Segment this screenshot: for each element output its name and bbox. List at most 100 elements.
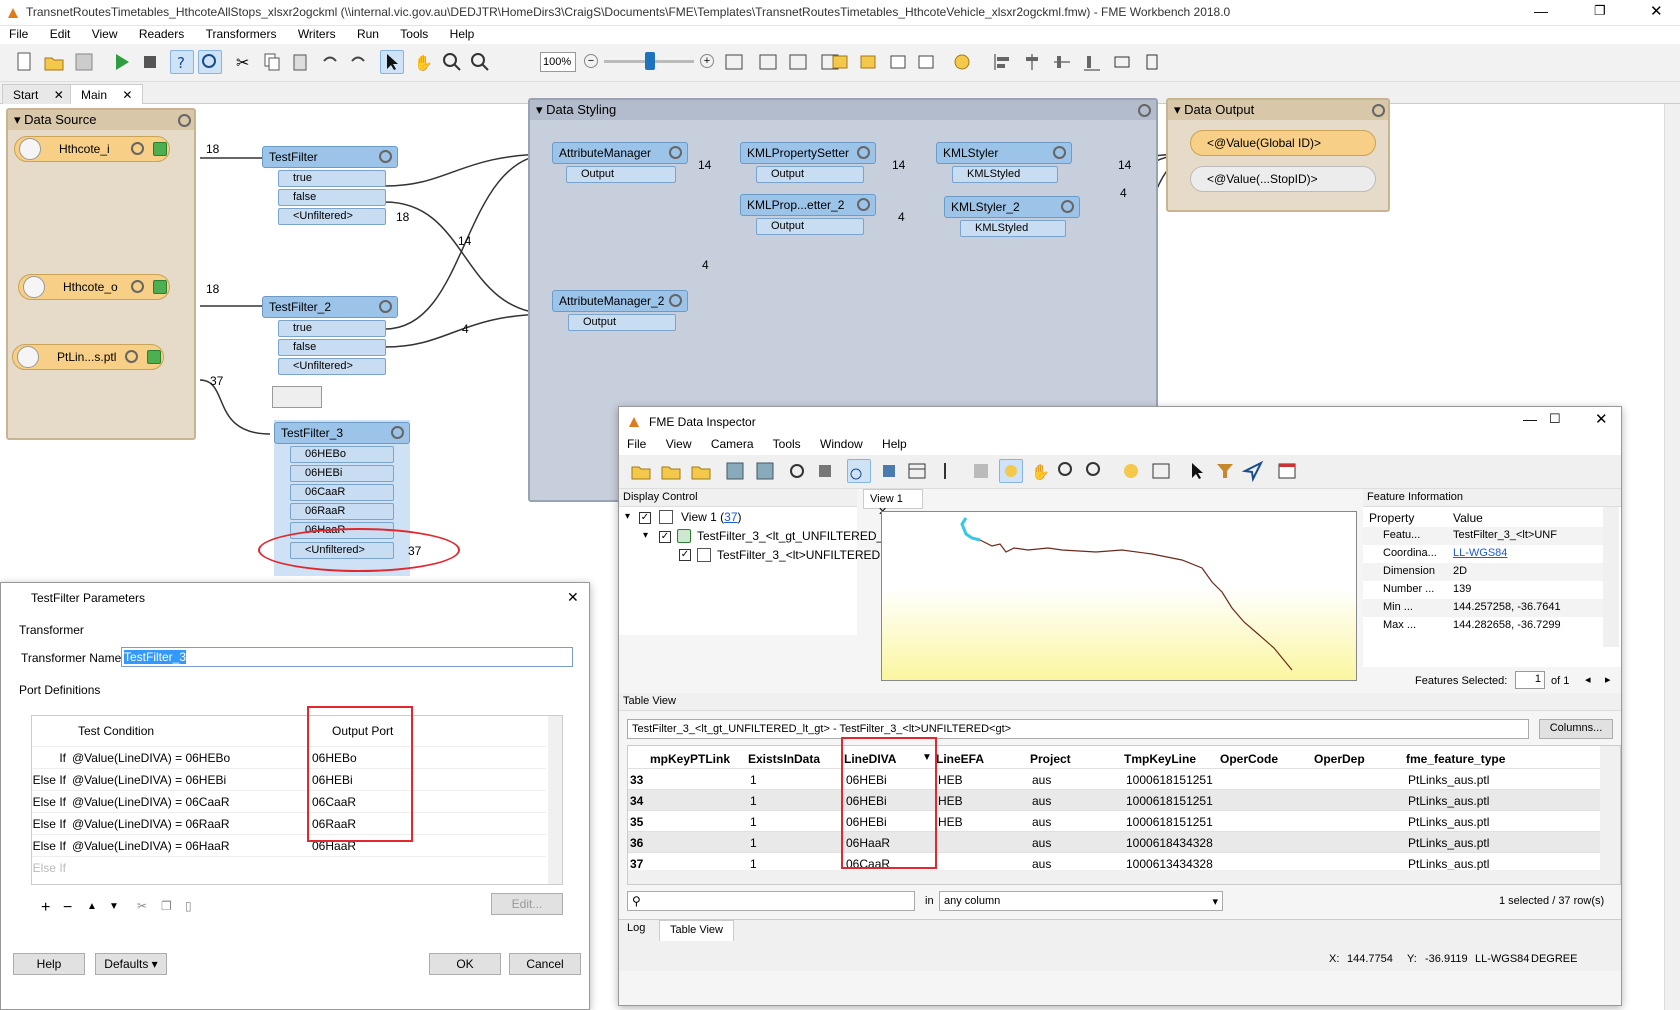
search-column-select[interactable]: any column ▾ xyxy=(939,891,1223,911)
param-row[interactable]: Else If @Value(LineDIVA) = 06RaaR 06RaaR xyxy=(32,812,546,834)
transformer-attributemanager-2[interactable]: AttributeManager_2 xyxy=(552,290,688,312)
port-false[interactable]: false xyxy=(278,339,386,356)
align-left-icon[interactable] xyxy=(990,50,1014,74)
cut-icon[interactable]: ✂ xyxy=(137,899,147,913)
port-output[interactable]: Output xyxy=(756,218,864,235)
row-condition[interactable]: @Value(LineDIVA) = 06CaaR xyxy=(72,795,229,809)
gear-icon[interactable] xyxy=(131,142,144,155)
minimize-icon[interactable]: — xyxy=(1534,3,1548,19)
move-down-icon[interactable]: ▼ xyxy=(109,901,119,912)
features-selected-field[interactable]: 1 xyxy=(1515,671,1545,689)
tab-table-view[interactable]: Table View xyxy=(659,920,734,942)
stop-icon[interactable] xyxy=(813,459,837,483)
copy-icon[interactable]: ❐ xyxy=(161,899,172,913)
menu-file[interactable]: File xyxy=(0,26,37,42)
row-condition[interactable]: @Value(LineDIVA) = 06HEBo xyxy=(72,751,230,765)
help-button[interactable]: Help xyxy=(13,953,85,975)
row-number[interactable]: 37 xyxy=(630,857,643,871)
copy-icon[interactable] xyxy=(260,50,284,74)
table-cell[interactable]: aus xyxy=(1032,815,1051,829)
transformer-testfilter[interactable]: TestFilter xyxy=(262,146,398,168)
tree-view-root[interactable]: View 1 (37) xyxy=(681,510,742,524)
close-icon[interactable]: ✕ xyxy=(1595,410,1608,428)
transformer-kmlstyler-2[interactable]: KMLStyler_2 xyxy=(944,196,1080,218)
gear-icon[interactable] xyxy=(131,280,144,293)
menu-help[interactable]: Help xyxy=(882,437,907,451)
transformer-testfilter-2[interactable]: TestFilter_2 xyxy=(262,296,398,318)
add-bookmark-icon[interactable] xyxy=(914,50,938,74)
port-06hebi[interactable]: 06HEBi xyxy=(290,465,394,482)
table-row[interactable]: 36 1 06HaaR aus 1000618434328 PtLinks_aus.ptl xyxy=(628,831,1600,852)
defaults-button[interactable]: Defaults ▾ xyxy=(95,953,167,975)
connector-buttons[interactable] xyxy=(272,386,322,408)
menu-view[interactable]: View xyxy=(83,26,127,42)
3d-view-icon[interactable] xyxy=(877,459,901,483)
menu-tools[interactable]: Tools xyxy=(391,26,437,42)
align-middle-icon[interactable] xyxy=(1050,50,1074,74)
zoom-out-icon[interactable] xyxy=(1083,459,1107,483)
zoom-slider-handle[interactable] xyxy=(645,52,655,70)
save-icon[interactable] xyxy=(72,50,96,74)
select-pointer-icon[interactable] xyxy=(380,50,404,74)
zoom-minus-icon[interactable]: − xyxy=(584,54,598,68)
transformer-kmlpropertysetter[interactable]: KMLPropertySetter xyxy=(740,142,876,164)
zoom-selection-icon[interactable] xyxy=(786,50,810,74)
column-header[interactable]: mpKeyPTLink xyxy=(650,752,730,766)
move-up-icon[interactable]: ▲ xyxy=(87,901,97,912)
table-cell[interactable]: HEB xyxy=(938,773,963,787)
transformer-name-field[interactable]: TestFilter_3 xyxy=(121,647,573,667)
gear-icon[interactable] xyxy=(857,146,870,159)
add-feature-type-icon[interactable] xyxy=(886,50,910,74)
close-icon[interactable]: ✕ xyxy=(1650,2,1663,20)
prompt-run-icon[interactable]: ? xyxy=(170,50,194,74)
menu-edit[interactable]: Edit xyxy=(41,26,80,42)
table-horizontal-scrollbar[interactable] xyxy=(628,870,1620,884)
zoom-in-icon[interactable] xyxy=(440,50,464,74)
information-icon[interactable] xyxy=(1119,459,1143,483)
param-row[interactable]: If @Value(LineDIVA) = 06HEBo 06HEBo xyxy=(32,746,546,768)
table-cell[interactable]: aus xyxy=(1032,794,1051,808)
feature-type-checkbox[interactable]: ✓ xyxy=(679,549,691,561)
stop-icon[interactable] xyxy=(138,50,162,74)
writer-global-id[interactable]: <@Value(Global ID)> xyxy=(1190,130,1376,156)
menu-file[interactable]: File xyxy=(627,437,646,451)
menu-transformers[interactable]: Transformers xyxy=(197,26,286,42)
2d-view-icon[interactable] xyxy=(847,459,871,483)
feature-info-row[interactable]: Coordina... LL-WGS84 xyxy=(1363,545,1603,563)
filter-icon[interactable] xyxy=(1213,459,1237,483)
column-header[interactable]: fme_feature_type xyxy=(1406,752,1505,766)
param-row[interactable]: Else If @Value(LineDIVA) = 06HEBi 06HEBi xyxy=(32,768,546,790)
zoom-plus-icon[interactable]: + xyxy=(700,54,714,68)
gear-icon[interactable] xyxy=(857,198,870,211)
tab-log[interactable]: Log xyxy=(627,922,645,934)
column-header[interactable]: LineEFA xyxy=(936,752,984,766)
table-cell[interactable]: 1000618151251 xyxy=(1126,794,1213,808)
row-number[interactable]: 35 xyxy=(630,815,643,829)
feature-info-row[interactable]: Min ... 144.257258, -36.7641 xyxy=(1363,599,1603,617)
close-icon[interactable]: ✕ xyxy=(567,589,579,606)
feature-info-scrollbar[interactable] xyxy=(1603,507,1619,647)
transformer-kmlpropertysetter-2[interactable]: KMLProp...etter_2 xyxy=(740,194,876,216)
ok-button[interactable]: OK xyxy=(429,953,501,975)
minimize-icon[interactable]: — xyxy=(1523,411,1537,427)
table-row[interactable]: 34 1 06HEBi HEB aus 1000618151251 PtLinks_aus.… xyxy=(628,789,1600,810)
select-info-icon[interactable] xyxy=(999,459,1023,483)
dataset-select[interactable]: TestFilter_3_<lt_gt_UNFILTERED_lt_gt> - … xyxy=(627,719,1529,739)
table-cell[interactable]: HEB xyxy=(938,794,963,808)
table-cell[interactable]: 1 xyxy=(750,794,757,808)
port-06caar[interactable]: 06CaaR xyxy=(290,484,394,501)
menu-camera[interactable]: Camera xyxy=(711,437,754,451)
remove-row-icon[interactable]: − xyxy=(63,899,72,917)
add-reader-icon[interactable] xyxy=(828,50,852,74)
table-cell[interactable]: PtLinks_aus.ptl xyxy=(1408,815,1489,829)
tree-dataset[interactable]: TestFilter_3_<lt_gt_UNFILTERED_ xyxy=(697,529,883,543)
table-row[interactable]: 33 1 06HEBi HEB aus 1000618151251 PtLinks_aus.… xyxy=(628,768,1600,789)
menu-run[interactable]: Run xyxy=(348,26,388,42)
transformer-attributemanager[interactable]: AttributeManager xyxy=(552,142,688,164)
zoom-out-icon[interactable] xyxy=(468,50,492,74)
row-condition[interactable]: @Value(LineDIVA) = 06HaaR xyxy=(72,839,229,853)
cancel-button[interactable]: Cancel xyxy=(509,953,581,975)
param-row[interactable]: Else If @Value(LineDIVA) = 06HaaR 06HaaR xyxy=(32,834,546,856)
table-cell[interactable]: PtLinks_aus.ptl xyxy=(1408,836,1489,850)
port-output[interactable]: Output xyxy=(566,166,676,183)
